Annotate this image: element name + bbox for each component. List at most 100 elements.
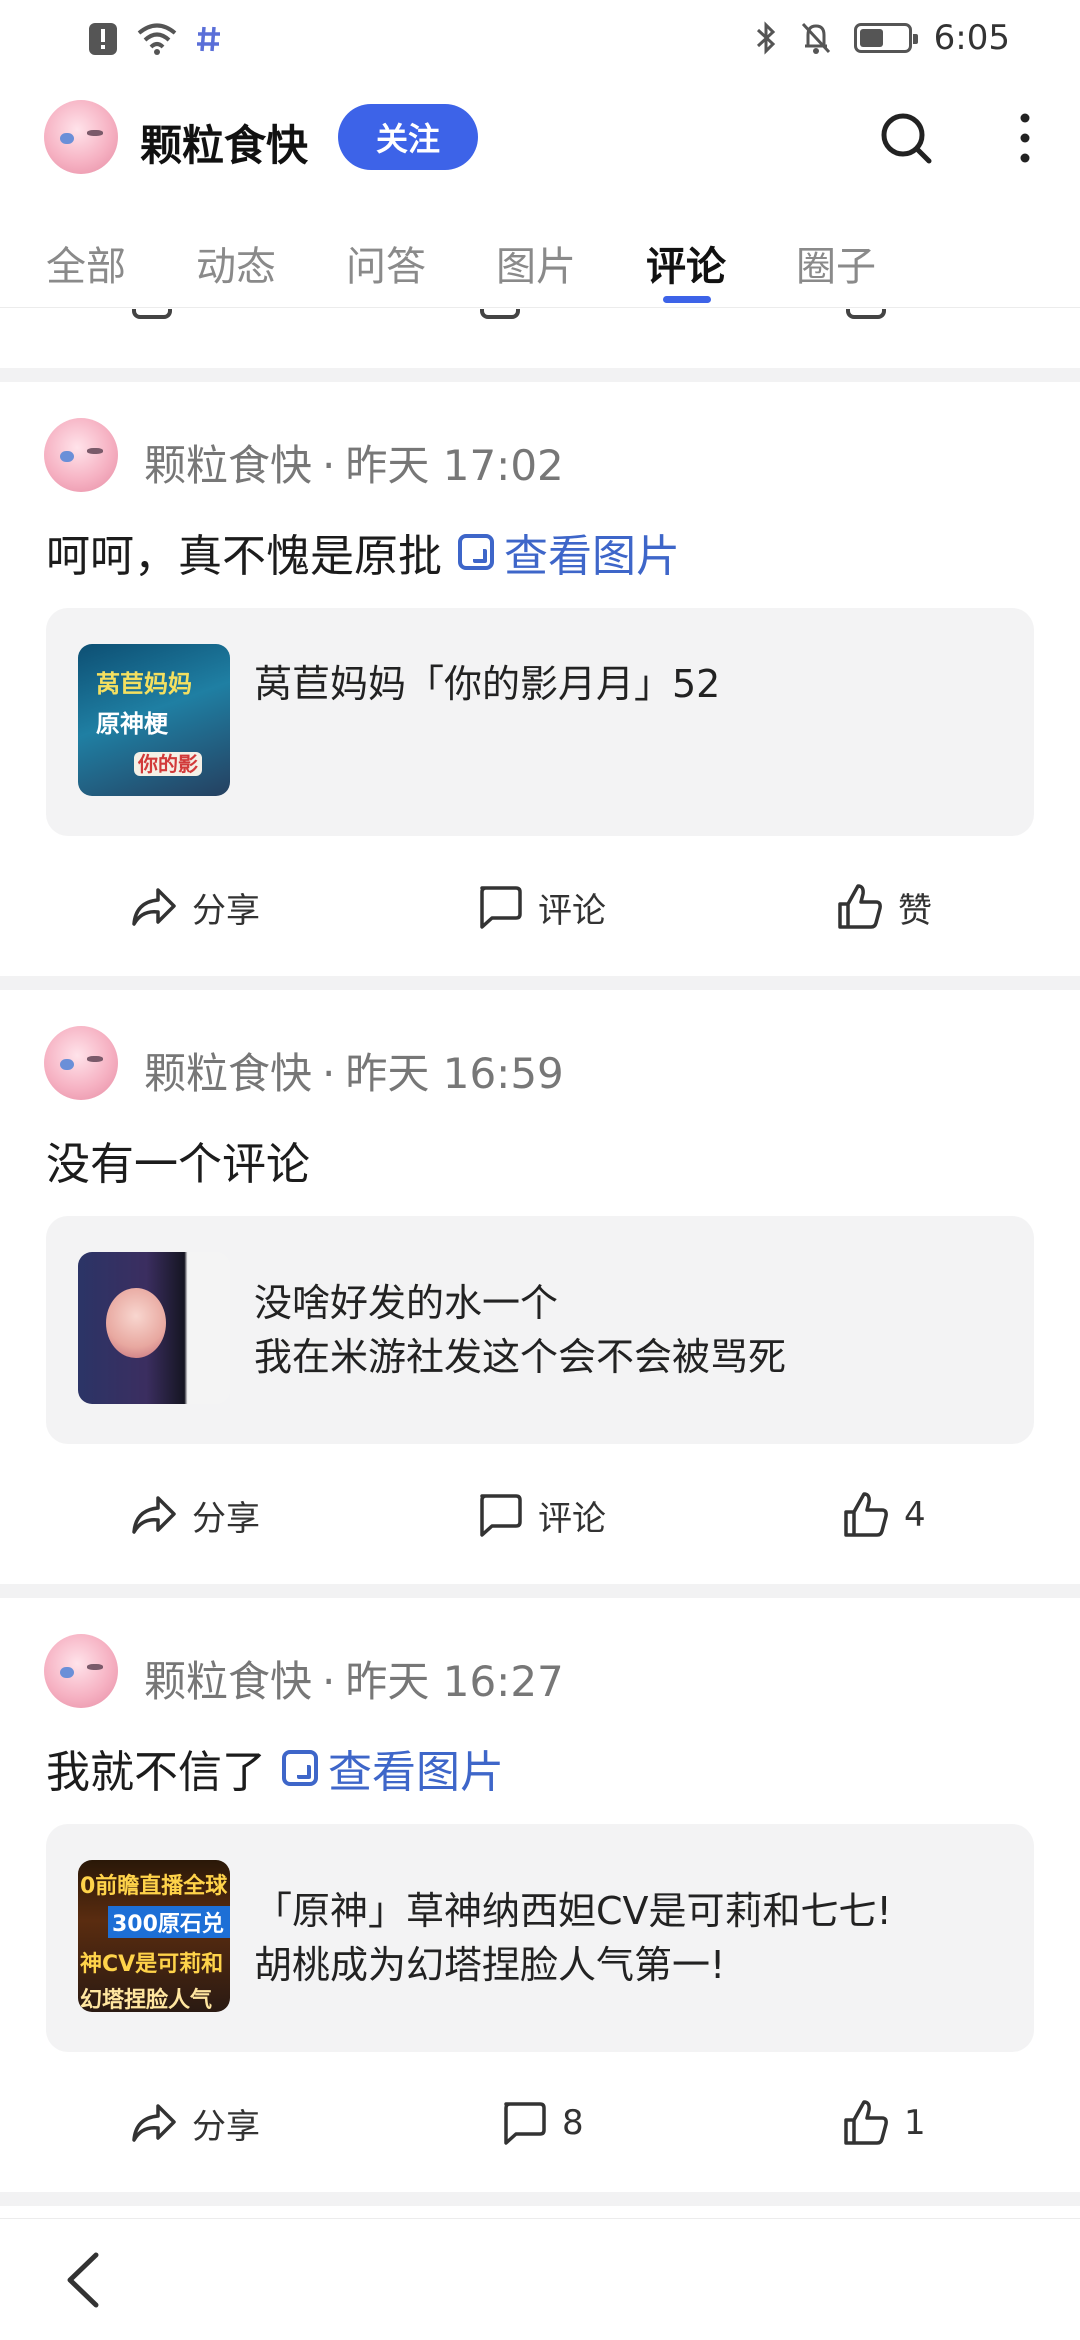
post-author[interactable]: 颗粒食快 bbox=[144, 1049, 312, 1098]
card-text: 「原神」草神纳西妲CV是可莉和七七! 胡桃成为幻塔捏脸人气第一! bbox=[254, 1884, 892, 1992]
status-bar: 6:05 bbox=[0, 0, 1080, 82]
like-button[interactable]: 4 bbox=[840, 1490, 926, 1540]
post-meta: 颗粒食快 · 昨天 17:02 bbox=[44, 418, 1024, 496]
bottom-navigation bbox=[0, 2218, 1080, 2340]
comment-button[interactable]: 评论 bbox=[474, 1490, 606, 1540]
profile-header: 颗粒食快 关注 bbox=[0, 92, 1080, 188]
avatar[interactable] bbox=[44, 100, 118, 174]
card-text: 莴苣妈妈「你的影月月」52 bbox=[254, 657, 720, 711]
image-icon bbox=[458, 534, 494, 570]
status-right-icons: 6:05 bbox=[754, 18, 1010, 58]
thumbnail-text: 幻塔捏脸人气 bbox=[80, 1988, 213, 2012]
tab-qa[interactable]: 问答 bbox=[346, 234, 426, 292]
post-author[interactable]: 颗粒食快 bbox=[144, 1657, 312, 1706]
post-divider bbox=[0, 368, 1080, 382]
like-icon bbox=[844, 2100, 888, 2145]
card-line: 我在米游社发这个会不会被骂死 bbox=[254, 1335, 787, 1379]
comment-button[interactable]: 8 bbox=[498, 2098, 584, 2148]
like-icon bbox=[838, 884, 882, 929]
quoted-card[interactable]: 莴苣妈妈 原神梗 你的影 莴苣妈妈「你的影月月」52 bbox=[46, 608, 1034, 836]
alert-icon bbox=[89, 23, 117, 55]
avatar[interactable] bbox=[44, 1026, 118, 1100]
thumbnail-text: 神CV是可莉和 bbox=[80, 1952, 224, 1977]
comment-icon bbox=[480, 886, 522, 929]
share-label: 分享 bbox=[192, 1498, 260, 1539]
view-image-link[interactable]: 查看图片 bbox=[282, 1736, 504, 1800]
post-text: 呵呵，真不愧是原批 查看图片 bbox=[46, 520, 680, 584]
tab-images[interactable]: 图片 bbox=[496, 234, 576, 292]
quoted-card[interactable]: 没啥好发的水一个 我在米游社发这个会不会被骂死 bbox=[46, 1216, 1034, 1444]
post-author[interactable]: 颗粒食快 bbox=[144, 441, 312, 490]
share-button[interactable]: 分享 bbox=[128, 882, 260, 932]
view-image-label: 查看图片 bbox=[328, 1747, 504, 1798]
active-tab-indicator bbox=[663, 296, 711, 303]
post-time: 昨天 16:59 bbox=[345, 1049, 564, 1098]
more-options-icon[interactable] bbox=[1010, 110, 1040, 166]
thumbnail-text: 原神梗 bbox=[96, 710, 168, 738]
card-thumbnail: 莴苣妈妈 原神梗 你的影 bbox=[78, 644, 230, 796]
tab-moments[interactable]: 动态 bbox=[196, 234, 276, 292]
thumbnail-text: 300原石兑 bbox=[108, 1906, 230, 1938]
profile-name: 颗粒食快 bbox=[140, 121, 309, 170]
post-meta-text: 颗粒食快 · 昨天 16:59 bbox=[144, 1040, 564, 1101]
tab-comments[interactable]: 评论 bbox=[646, 234, 726, 292]
like-count: 1 bbox=[904, 2103, 926, 2143]
battery-icon bbox=[853, 23, 918, 53]
share-icon bbox=[132, 1496, 176, 1534]
card-line: 没啥好发的水一个 bbox=[254, 1281, 559, 1325]
like-count: 4 bbox=[904, 1495, 926, 1535]
like-label: 赞 bbox=[898, 890, 932, 931]
share-icon bbox=[132, 2104, 176, 2142]
comment-icon bbox=[480, 1494, 522, 1537]
card-text: 没啥好发的水一个 我在米游社发这个会不会被骂死 bbox=[254, 1276, 786, 1384]
view-image-link[interactable]: 查看图片 bbox=[458, 520, 680, 584]
meta-separator: · bbox=[322, 1049, 336, 1098]
avatar[interactable] bbox=[44, 418, 118, 492]
like-icon bbox=[844, 1492, 888, 1537]
post-divider bbox=[0, 1584, 1080, 1598]
comment-count: 8 bbox=[562, 2103, 584, 2143]
post-item[interactable]: 颗粒食快 · 昨天 16:59 没有一个评论 没啥好发的水一个 我在米游社发这个会不… bbox=[0, 990, 1080, 1584]
post-item[interactable]: 颗粒食快 · 昨天 17:02 呵呵，真不愧是原批 查看图片 莴苣妈妈 原神梗 你的… bbox=[0, 382, 1080, 976]
thumbnail-text: 0前瞻直播全球 bbox=[80, 1874, 228, 1899]
like-button[interactable]: 赞 bbox=[834, 882, 932, 932]
thumbnail-text: 莴苣妈妈 bbox=[96, 670, 192, 698]
post-time: 昨天 17:02 bbox=[345, 441, 564, 490]
image-icon bbox=[282, 1750, 318, 1786]
share-icon bbox=[132, 888, 176, 926]
quoted-card[interactable]: 0前瞻直播全球 300原石兑 神CV是可莉和 幻塔捏脸人气 「原神」草神纳西妲C… bbox=[46, 1824, 1034, 2052]
share-button[interactable]: 分享 bbox=[128, 2098, 260, 2148]
avatar[interactable] bbox=[44, 1634, 118, 1708]
comment-label: 评论 bbox=[538, 890, 606, 931]
comment-button[interactable]: 评论 bbox=[474, 882, 606, 932]
post-item[interactable]: 颗粒食快 · 昨天 16:27 我就不信了 查看图片 0前瞻直播全球 300原石兑 … bbox=[0, 1598, 1080, 2192]
post-text-body: 没有一个评论 bbox=[46, 1139, 310, 1190]
like-icon bbox=[846, 309, 886, 319]
card-line: 胡桃成为幻塔捏脸人气第一! bbox=[254, 1943, 726, 1987]
comment-icon bbox=[504, 2102, 546, 2145]
card-thumbnail bbox=[78, 1252, 230, 1404]
share-label: 分享 bbox=[192, 2106, 260, 2147]
post-text-body: 我就不信了 bbox=[46, 1747, 266, 1798]
share-button[interactable]: 分享 bbox=[128, 1490, 260, 1540]
like-button[interactable]: 1 bbox=[840, 2098, 926, 2148]
mute-bell-icon bbox=[801, 22, 830, 54]
hashtag-icon bbox=[197, 26, 220, 52]
meta-separator: · bbox=[322, 441, 336, 490]
post-meta-text: 颗粒食快 · 昨天 16:27 bbox=[144, 1648, 564, 1709]
search-icon[interactable] bbox=[878, 110, 934, 166]
share-icon bbox=[132, 309, 172, 319]
tab-circles[interactable]: 圈子 bbox=[796, 234, 876, 292]
meta-separator: · bbox=[322, 1657, 336, 1706]
previous-post-actions bbox=[0, 309, 1080, 323]
post-text: 没有一个评论 bbox=[46, 1128, 310, 1192]
post-actions: 分享 评论 赞 bbox=[0, 872, 1080, 952]
comment-icon bbox=[480, 309, 520, 319]
card-thumbnail: 0前瞻直播全球 300原石兑 神CV是可莉和 幻塔捏脸人气 bbox=[78, 1860, 230, 2012]
back-icon[interactable] bbox=[60, 2249, 106, 2311]
post-meta: 颗粒食快 · 昨天 16:59 bbox=[44, 1026, 1024, 1104]
post-meta: 颗粒食快 · 昨天 16:27 bbox=[44, 1634, 1024, 1712]
post-divider bbox=[0, 976, 1080, 990]
follow-button[interactable]: 关注 bbox=[338, 104, 478, 170]
tab-all[interactable]: 全部 bbox=[46, 234, 126, 292]
